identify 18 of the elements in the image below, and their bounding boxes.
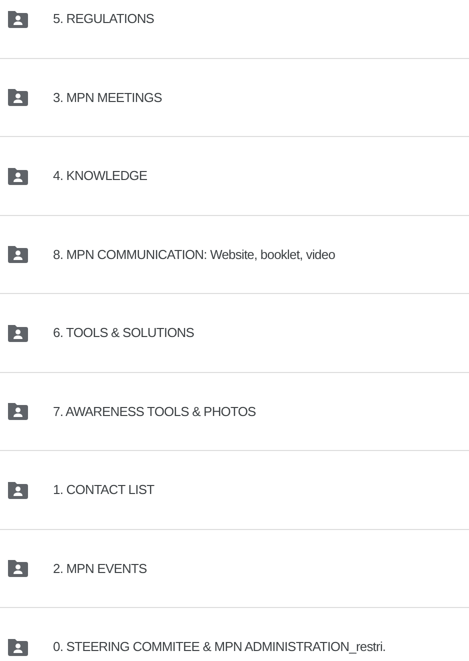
folder-name: 2. MPN EVENTS	[53, 560, 147, 578]
folder-name: 8. MPN COMMUNICATION: Website, booklet, video	[53, 246, 336, 264]
folder-row[interactable]: 0. STEERING COMMITEE & MPN ADMINISTRATION_restri.	[0, 608, 469, 661]
folder-name: 4. KNOWLEDGE	[53, 167, 148, 185]
folder-row[interactable]: 6. TOOLS & SOLUTIONS	[0, 294, 469, 372]
folder-name: 3. MPN MEETINGS	[53, 88, 162, 106]
folder-name: 1. CONTACT LIST	[53, 481, 154, 499]
folder-row[interactable]: 1. CONTACT LIST	[0, 451, 469, 530]
folder-row[interactable]: 4. KNOWLEDGE	[0, 137, 469, 216]
folder-name: 5. REGULATIONS	[53, 10, 154, 28]
folder-row[interactable]: 8. MPN COMMUNICATION: Website, booklet, video	[0, 216, 469, 294]
folder-row[interactable]: 7. AWARENESS TOOLS & PHOTOS	[0, 372, 469, 451]
folder-row[interactable]: 2. MPN EVENTS	[0, 530, 469, 608]
folder-name: 6. TOOLS & SOLUTIONS	[53, 324, 194, 342]
folder-name: 0. STEERING COMMITEE & MPN ADMINISTRATION_restri.	[53, 638, 386, 656]
folder-name: 7. AWARENESS TOOLS & PHOTOS	[53, 402, 256, 420]
folder-row[interactable]: 5. REGULATIONS	[0, 0, 469, 58]
folder-row[interactable]: 3. MPN MEETINGS	[0, 58, 469, 137]
